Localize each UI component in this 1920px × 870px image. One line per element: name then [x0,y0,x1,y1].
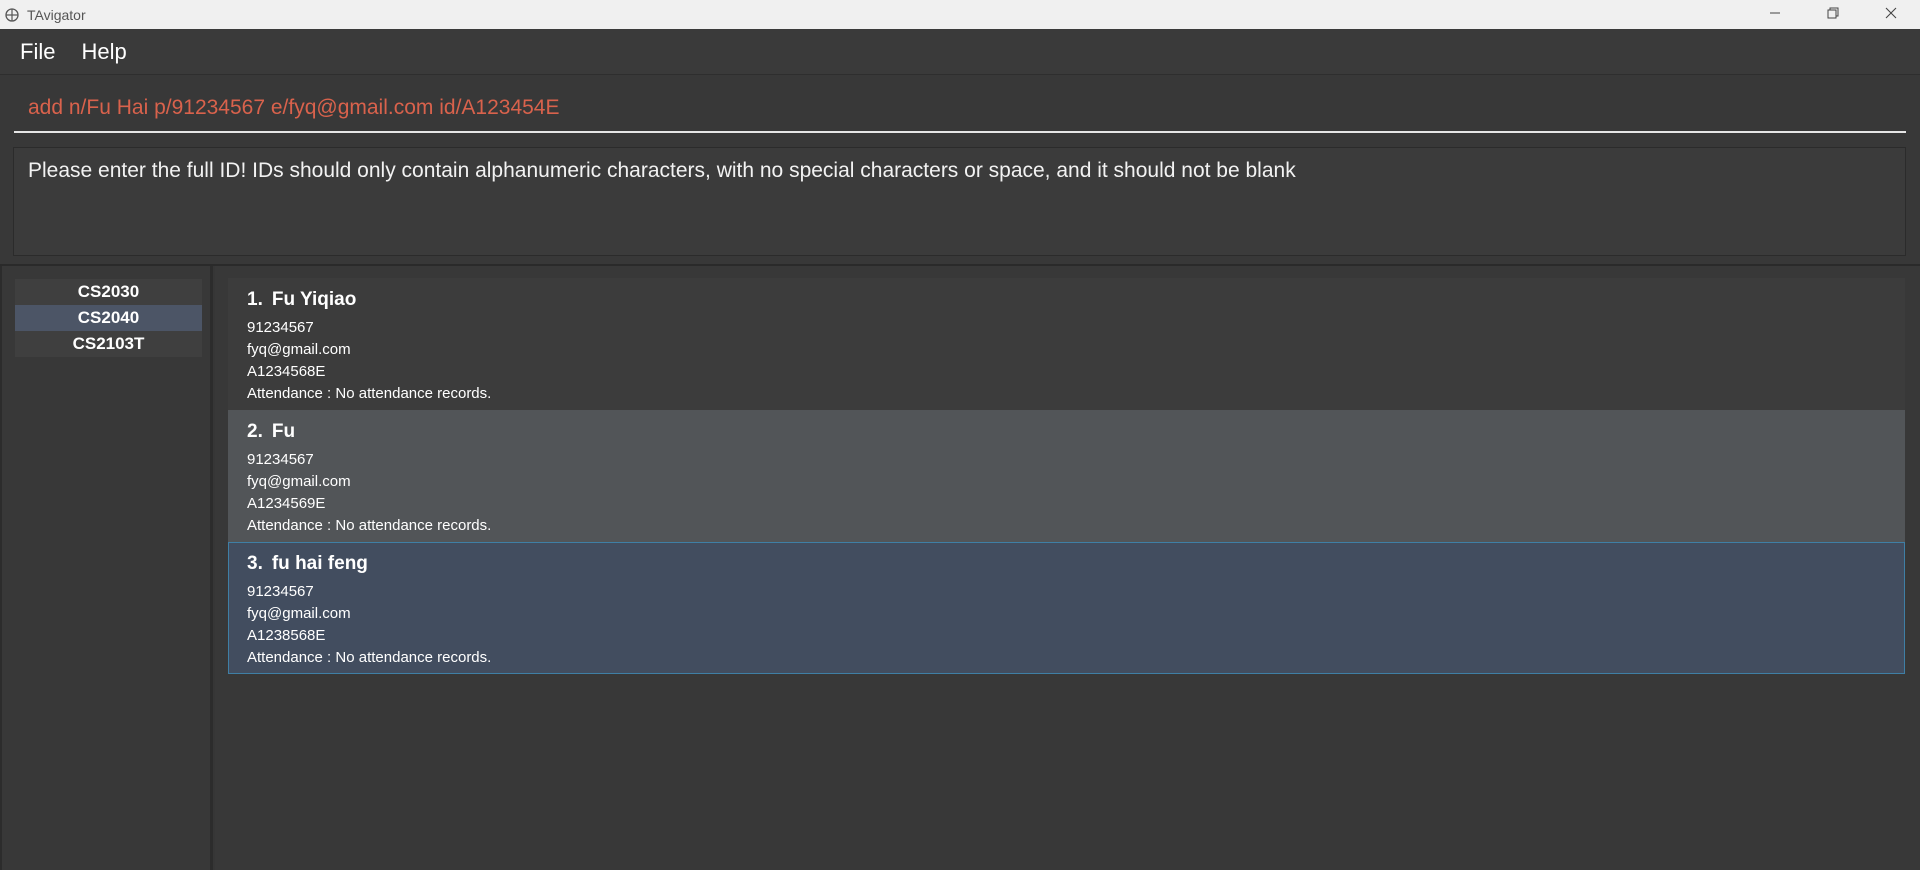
person-phone: 91234567 [247,583,314,600]
person-name-text: Fu Yiqiao [271,289,357,310]
class-item-cs2103t[interactable]: CS2103T [15,331,202,357]
class-item-cs2030[interactable]: CS2030 [15,279,202,305]
person-phone: 91234567 [247,319,314,336]
class-item-cs2040[interactable]: CS2040 [15,305,202,331]
person-email: fyq@gmail.com [247,473,351,490]
command-input[interactable] [14,85,1906,133]
main-content: CS2030 CS2040 CS2103T 1. Fu Yiqiao 912345… [0,264,1920,870]
person-attendance: Attendance : No attendance records. [247,649,492,666]
person-name-text: fu hai feng [271,553,368,574]
person-name: 1. Fu Yiqiao [247,289,1904,317]
person-card[interactable]: 1. Fu Yiqiao 91234567 fyq@gmail.com A1234… [228,278,1905,410]
menu-help[interactable]: Help [71,39,136,65]
menu-file[interactable]: File [10,39,65,65]
person-email: fyq@gmail.com [247,605,351,622]
menu-bar: File Help [0,29,1920,74]
person-name: 2. Fu [247,421,1904,449]
person-phone: 91234567 [247,451,314,468]
minimize-icon [1769,6,1781,24]
result-display: Please enter the full ID! IDs should onl… [13,147,1906,256]
person-index: 1. [247,289,263,310]
person-attendance: Attendance : No attendance records. [247,517,492,534]
person-attendance: Attendance : No attendance records. [247,385,492,402]
person-list-panel: 1. Fu Yiqiao 91234567 fyq@gmail.com A1234… [215,266,1920,870]
restore-button[interactable] [1804,0,1862,29]
restore-icon [1827,6,1839,24]
person-name-text: Fu [271,421,296,442]
class-list: CS2030 CS2040 CS2103T [15,279,202,357]
person-email: fyq@gmail.com [247,341,351,358]
app-logo-icon [4,7,20,23]
person-index: 3. [247,553,263,574]
close-icon [1885,6,1897,24]
class-list-panel: CS2030 CS2040 CS2103T [0,266,213,870]
person-id: A1234569E [247,495,326,512]
person-name: 3. fu hai feng [247,553,1904,581]
result-message: Please enter the full ID! IDs should onl… [28,159,1296,182]
person-list: 1. Fu Yiqiao 91234567 fyq@gmail.com A1234… [228,278,1905,674]
window-controls [1746,0,1920,29]
minimize-button[interactable] [1746,0,1804,29]
person-card-selected[interactable]: 3. fu hai feng 91234567 fyq@gmail.com A12… [228,542,1905,674]
person-id: A1238568E [247,627,326,644]
close-button[interactable] [1862,0,1920,29]
window-title: TAvigator [27,6,86,23]
command-box [0,74,1920,138]
person-id: A1234568E [247,363,326,380]
person-card[interactable]: 2. Fu 91234567 fyq@gmail.com A1234569E At… [228,410,1905,542]
title-bar: TAvigator [0,0,1920,29]
person-index: 2. [247,421,263,442]
